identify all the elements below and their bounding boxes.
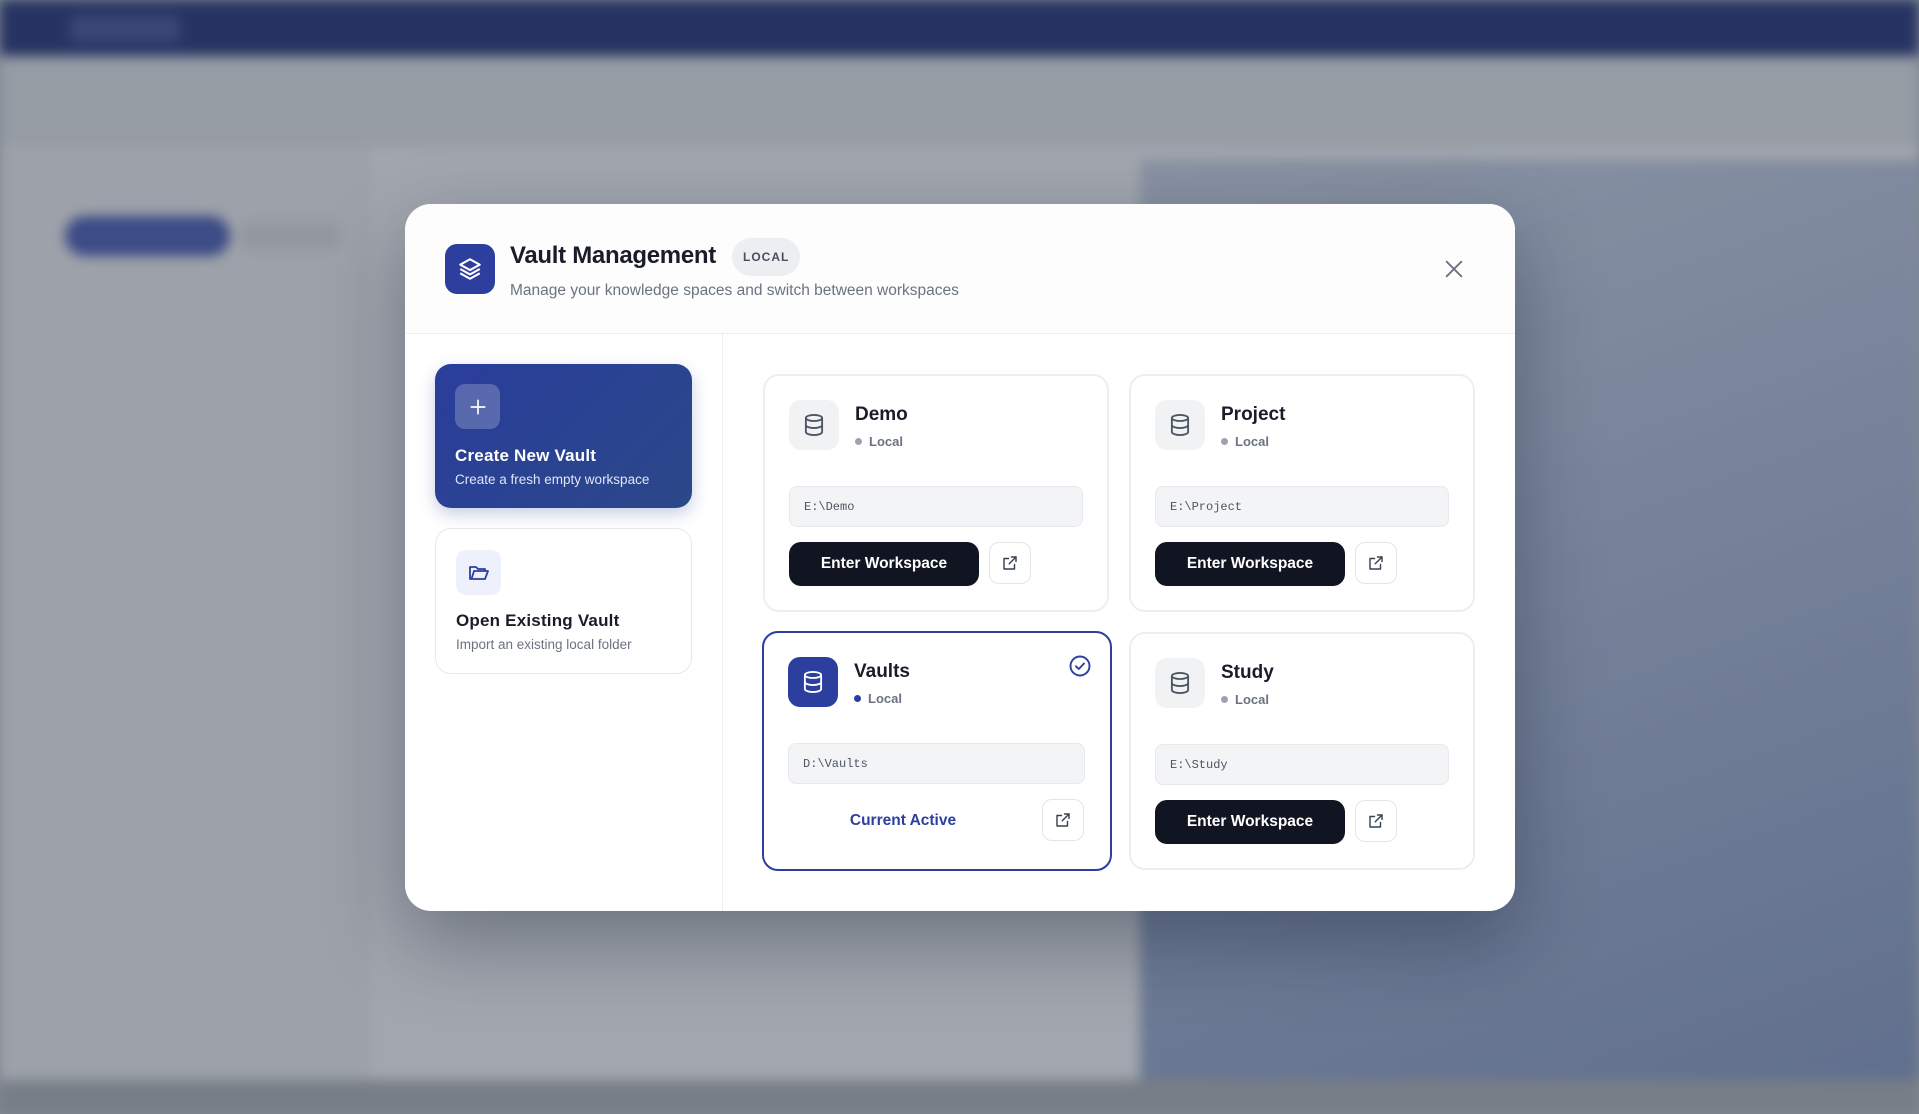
enter-workspace-button[interactable]: Enter Workspace — [789, 542, 979, 586]
external-link-icon — [1369, 556, 1383, 570]
modal-title: Vault Management — [510, 242, 716, 269]
open-in-new-window-button[interactable] — [1042, 799, 1084, 841]
vault-status-label: Local — [1235, 692, 1269, 707]
enter-workspace-button[interactable]: Enter Workspace — [1155, 542, 1345, 586]
create-vault-title: Create New Vault — [455, 446, 597, 465]
close-button[interactable] — [1435, 250, 1473, 288]
database-icon — [789, 400, 839, 450]
modal-subtitle: Manage your knowledge spaces and switch … — [510, 282, 959, 299]
vault-status: Local — [1221, 434, 1269, 449]
open-in-new-window-button[interactable] — [1355, 800, 1397, 842]
vault-management-modal: Vault Management LOCAL Manage your knowl… — [405, 204, 1515, 911]
vault-status: Local — [855, 434, 903, 449]
open-vault-subtitle: Import an existing local folder — [456, 637, 632, 652]
vault-name: Demo — [855, 404, 908, 425]
actions-panel: Create New Vault Create a fresh empty wo… — [405, 334, 723, 911]
vault-card-project[interactable]: Project Local E:\Project Enter Workspace — [1129, 374, 1475, 612]
open-in-new-window-button[interactable] — [1355, 542, 1397, 584]
local-badge: LOCAL — [732, 238, 801, 276]
vault-card-study[interactable]: Study Local E:\Study Enter Workspace — [1129, 632, 1475, 870]
folder-open-icon — [456, 550, 501, 595]
layers-icon — [445, 244, 495, 294]
vault-name: Vaults — [854, 661, 910, 682]
plus-icon — [455, 384, 500, 429]
vault-status-label: Local — [868, 691, 902, 706]
vault-path: D:\Vaults — [788, 743, 1085, 784]
status-dot — [855, 438, 862, 445]
vault-name: Project — [1221, 404, 1286, 425]
status-dot — [1221, 696, 1228, 703]
database-icon — [1155, 400, 1205, 450]
database-icon — [1155, 658, 1205, 708]
open-vault-title: Open Existing Vault — [456, 611, 620, 630]
open-in-new-window-button[interactable] — [989, 542, 1031, 584]
modal-header: Vault Management LOCAL Manage your knowl… — [405, 204, 1515, 334]
external-link-icon — [1056, 813, 1070, 827]
vault-path: E:\Demo — [789, 486, 1083, 527]
vault-status: Local — [854, 691, 902, 706]
status-dot — [1221, 438, 1228, 445]
vault-path: E:\Study — [1155, 744, 1449, 785]
status-dot — [854, 695, 861, 702]
vault-name: Study — [1221, 662, 1274, 683]
enter-workspace-button[interactable]: Enter Workspace — [1155, 800, 1345, 844]
vault-status-label: Local — [869, 434, 903, 449]
current-active-label: Current Active — [849, 812, 957, 829]
active-check-icon — [1067, 653, 1093, 679]
close-icon — [1445, 260, 1463, 278]
create-new-vault-button[interactable]: Create New Vault Create a fresh empty wo… — [435, 364, 692, 508]
open-existing-vault-button[interactable]: Open Existing Vault Import an existing l… — [435, 528, 692, 674]
vault-card-demo[interactable]: Demo Local E:\Demo Enter Workspace — [763, 374, 1109, 612]
external-link-icon — [1369, 814, 1383, 828]
database-icon — [788, 657, 838, 707]
vault-card-vaults[interactable]: Vaults Local D:\Vaults Current Active — [762, 631, 1112, 871]
create-vault-subtitle: Create a fresh empty workspace — [455, 472, 650, 487]
vault-path: E:\Project — [1155, 486, 1449, 527]
external-link-icon — [1003, 556, 1017, 570]
vault-status-label: Local — [1235, 434, 1269, 449]
vault-status: Local — [1221, 692, 1269, 707]
